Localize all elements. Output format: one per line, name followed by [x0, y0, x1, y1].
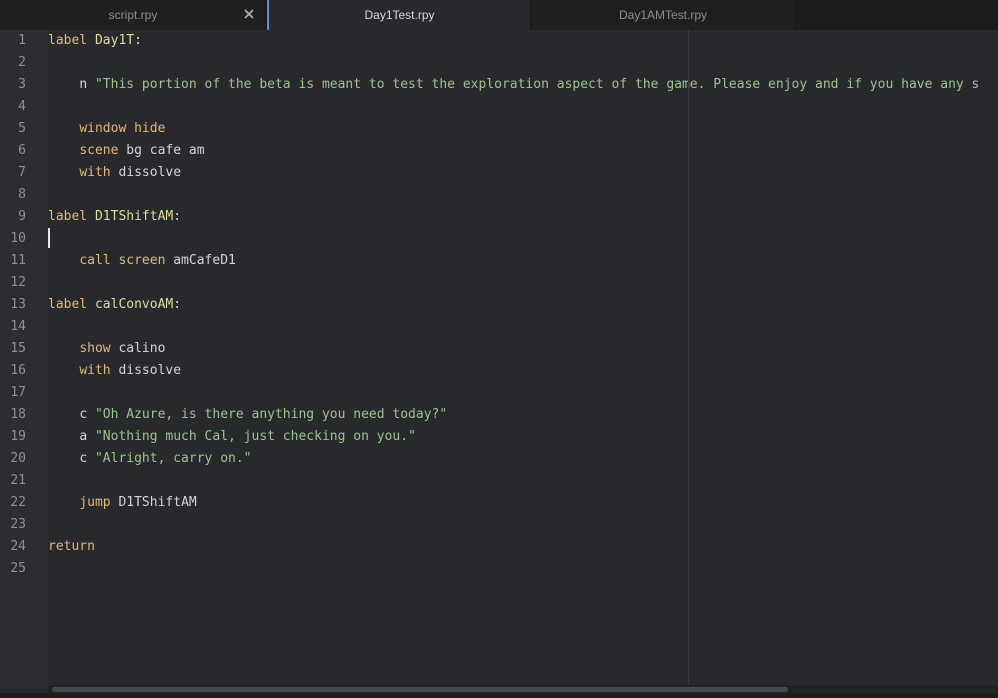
- scrollbar-thumb[interactable]: [52, 687, 788, 692]
- line-number: 11: [10, 253, 26, 268]
- horizontal-scrollbar[interactable]: [48, 685, 998, 693]
- identifier: dissolve: [118, 363, 182, 378]
- code-line-9[interactable]: label D1TShiftAM:: [48, 206, 181, 228]
- line-number: 7: [18, 165, 26, 180]
- keyword: label: [48, 209, 88, 224]
- column-ruler: [688, 30, 689, 688]
- string-literal: "Oh Azure, is there anything you need to…: [94, 407, 448, 422]
- tab-day1amtest-rpy[interactable]: Day1AMTest.rpy: [531, 0, 796, 30]
- identifier: bg cafe am: [126, 143, 205, 158]
- code-line-19[interactable]: a "Nothing much Cal, just checking on yo…: [48, 426, 416, 448]
- string-literal: "Nothing much Cal, just checking on you.…: [94, 429, 416, 444]
- line-number: 3: [18, 77, 26, 92]
- line-number: 15: [10, 341, 26, 356]
- tab-label: Day1Test.rpy: [364, 8, 435, 22]
- keyword: jump: [79, 495, 111, 510]
- speaker: c: [79, 407, 88, 422]
- keyword: label: [48, 297, 88, 312]
- code-line-20[interactable]: c "Alright, carry on.": [48, 448, 252, 470]
- line-number: 20: [10, 451, 26, 466]
- keyword: window hide: [79, 121, 166, 136]
- speaker: a: [79, 429, 88, 444]
- line-number: 5: [18, 121, 26, 136]
- code-line-6[interactable]: scene bg cafe am: [48, 140, 205, 162]
- line-number: 1: [18, 33, 26, 48]
- tab-label: Day1AMTest.rpy: [618, 8, 708, 22]
- speaker: c: [79, 451, 88, 466]
- code-line-13[interactable]: label calConvoAM:: [48, 294, 181, 316]
- keyword: label: [48, 33, 88, 48]
- line-number: 18: [10, 407, 26, 422]
- line-number: 16: [10, 363, 26, 378]
- line-number: 13: [10, 297, 26, 312]
- code-line-18[interactable]: c "Oh Azure, is there anything you need …: [48, 404, 447, 426]
- line-number: 12: [10, 275, 26, 290]
- code-editor[interactable]: label Day1T: n "This portion of the beta…: [48, 30, 998, 688]
- code-line-11[interactable]: call screen amCafeD1: [48, 250, 236, 272]
- label-name: D1TShiftAM:: [94, 209, 182, 224]
- keyword: with: [79, 165, 111, 180]
- line-number: 8: [18, 187, 26, 202]
- text-cursor: [48, 228, 50, 248]
- code-line-1[interactable]: label Day1T:: [48, 30, 142, 52]
- keyword: scene: [79, 143, 119, 158]
- identifier: amCafeD1: [173, 253, 236, 268]
- tab-day1test-rpy[interactable]: Day1Test.rpy: [267, 0, 531, 30]
- bottom-strip: [0, 693, 998, 698]
- line-number: 2: [18, 55, 26, 70]
- keyword: return: [48, 539, 95, 554]
- string-literal: "Alright, carry on.": [94, 451, 252, 466]
- line-number: 4: [18, 99, 26, 114]
- tab-bar-empty: [796, 0, 998, 30]
- editor-window: script.rpy Day1Test.rpy Day1AMTest.rpy 1…: [0, 0, 998, 698]
- identifier: dissolve: [118, 165, 182, 180]
- label-name: calConvoAM:: [94, 297, 182, 312]
- identifier: D1TShiftAM: [118, 495, 197, 510]
- code-line-5[interactable]: window hide: [48, 118, 165, 140]
- line-number: 19: [10, 429, 26, 444]
- code-line-15[interactable]: show calino: [48, 338, 165, 360]
- code-line-7[interactable]: with dissolve: [48, 162, 181, 184]
- label-name: Day1T:: [94, 33, 142, 48]
- code-line-16[interactable]: with dissolve: [48, 360, 181, 382]
- keyword: call screen: [79, 253, 166, 268]
- keyword: with: [79, 363, 111, 378]
- line-number: 14: [10, 319, 26, 334]
- tab-bar: script.rpy Day1Test.rpy Day1AMTest.rpy: [0, 0, 998, 30]
- line-number-current: 10: [10, 231, 26, 246]
- code-line-3[interactable]: n "This portion of the beta is meant to …: [48, 74, 979, 96]
- close-icon[interactable]: [241, 6, 257, 22]
- line-number: 21: [10, 473, 26, 488]
- speaker: n: [79, 77, 88, 92]
- code-line-22[interactable]: jump D1TShiftAM: [48, 492, 197, 514]
- tab-label: script.rpy: [108, 8, 158, 22]
- line-number-gutter: 1 2 3 4 5 6 7 8 9 10 11 12 13 14 15 16 1…: [0, 30, 48, 688]
- line-number: 23: [10, 517, 26, 532]
- identifier: calino: [118, 341, 166, 356]
- keyword: show: [79, 341, 111, 356]
- line-number: 22: [10, 495, 26, 510]
- string-literal: "This portion of the beta is meant to te…: [94, 77, 980, 92]
- tab-script-rpy[interactable]: script.rpy: [0, 0, 267, 30]
- line-number: 25: [10, 561, 26, 576]
- line-number: 6: [18, 143, 26, 158]
- line-number: 9: [18, 209, 26, 224]
- line-number: 24: [10, 539, 26, 554]
- code-line-24[interactable]: return: [48, 536, 95, 558]
- line-number: 17: [10, 385, 26, 400]
